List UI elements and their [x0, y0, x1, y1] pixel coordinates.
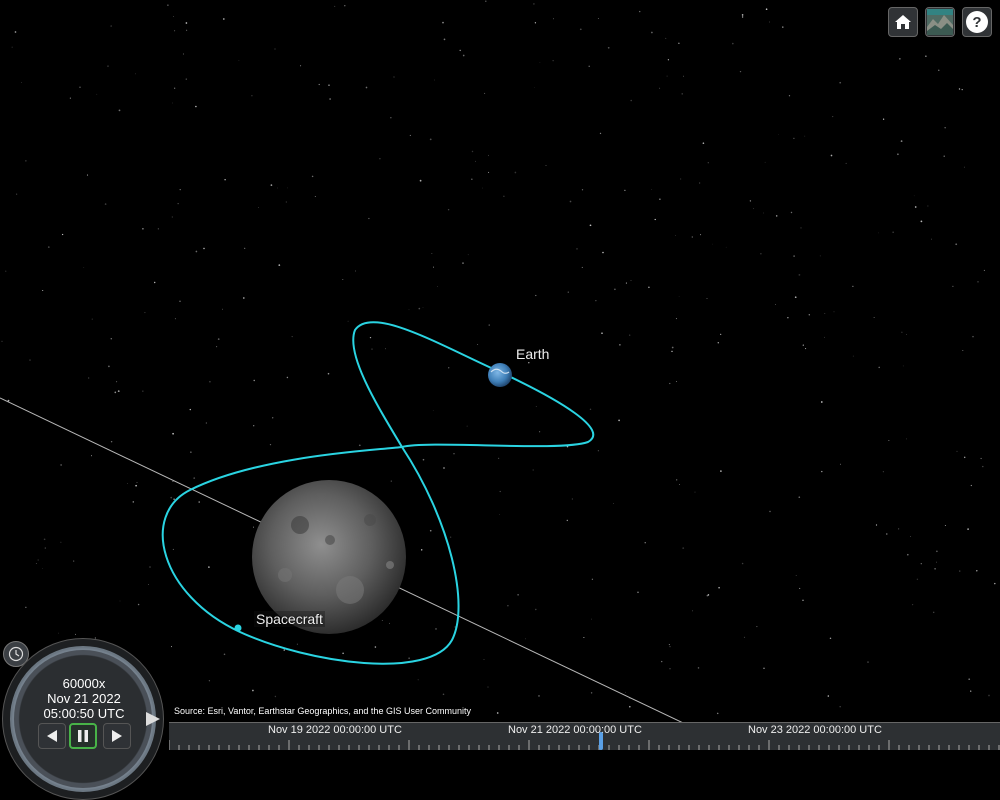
timeline-label: Nov 19 2022 00:00:00 UTC: [268, 724, 402, 736]
animation-time: 05:00:50 UTC: [43, 706, 125, 721]
timeline[interactable]: Nov 19 2022 00:00:00 UTC Nov 21 2022 00:…: [169, 722, 1000, 750]
home-icon: [895, 15, 911, 29]
animation-speed: 60000x: [62, 676, 106, 691]
timeline-needle[interactable]: [599, 732, 603, 750]
pause-icon: [78, 730, 88, 742]
spacecraft-label: Spacecraft: [254, 611, 325, 627]
home-button[interactable]: [888, 7, 918, 37]
starfield: [1, 0, 996, 715]
shuttle-ring-pointer-icon[interactable]: [146, 712, 160, 726]
data-attribution: Source: Esri, Vantor, Earthstar Geograph…: [174, 706, 471, 716]
play-forward-button[interactable]: [103, 723, 131, 749]
earth[interactable]: [488, 363, 512, 387]
timeline-label: Nov 21 2022 00:00:00 UTC: [508, 724, 642, 736]
help-icon: ?: [966, 11, 988, 33]
timeline-label: Nov 23 2022 00:00:00 UTC: [748, 724, 882, 736]
earth-label: Earth: [516, 346, 550, 362]
play-reverse-icon: [47, 730, 57, 742]
play-forward-icon: [112, 730, 122, 742]
help-button[interactable]: ?: [962, 7, 992, 37]
pause-button[interactable]: [69, 723, 97, 749]
base-layer-picker-button[interactable]: [925, 7, 955, 37]
timeline-ticks: [169, 740, 1000, 750]
spacecraft-marker[interactable]: [234, 624, 242, 632]
toolbar: ?: [888, 7, 992, 37]
svg-text:?: ?: [972, 14, 981, 31]
animation-date: Nov 21 2022: [47, 691, 121, 706]
play-reverse-button[interactable]: [38, 723, 66, 749]
base-layer-picker-icon: [927, 9, 953, 35]
